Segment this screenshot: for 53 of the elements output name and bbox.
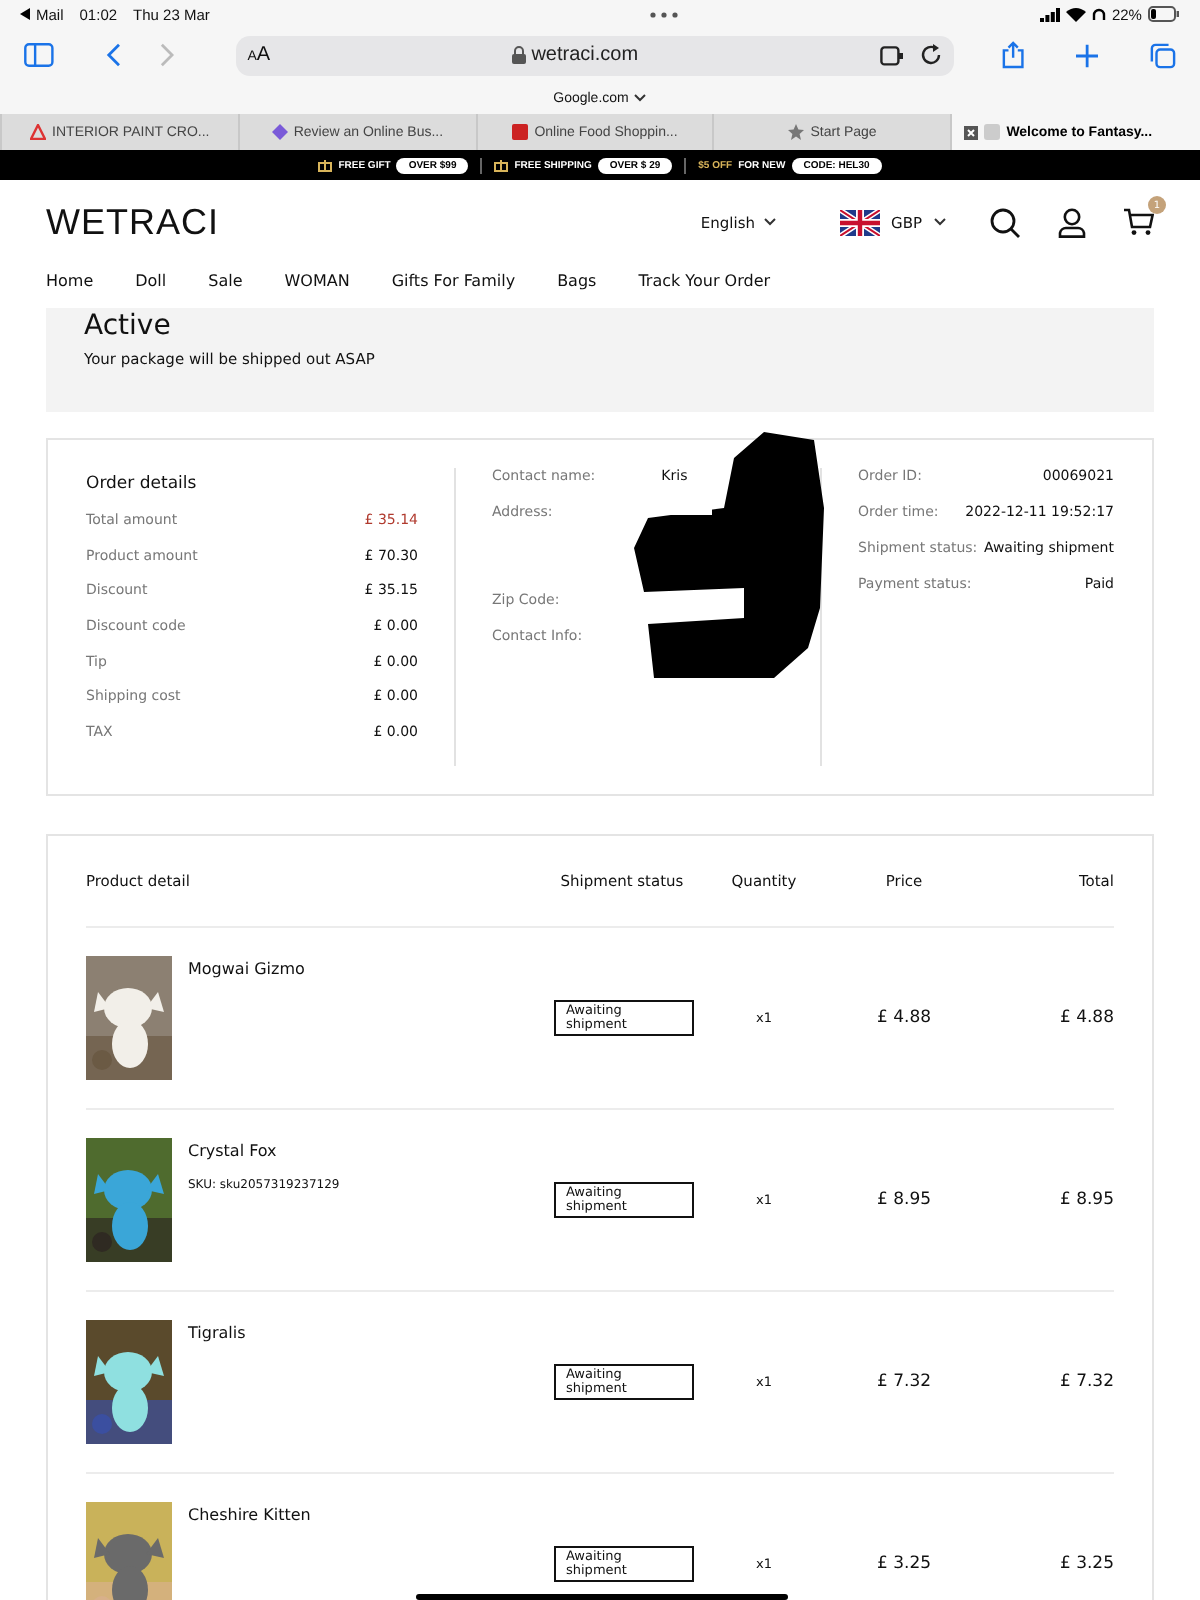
nav-link[interactable]: Home — [46, 271, 94, 289]
signal-icon — [1039, 7, 1060, 21]
back-icon[interactable] — [20, 8, 30, 20]
more-icon[interactable] — [650, 11, 679, 17]
product-name[interactable]: Crystal Fox — [188, 1142, 340, 1160]
nav-link[interactable]: Bags — [557, 271, 597, 289]
favicon-icon — [984, 124, 1001, 140]
tabs-icon[interactable] — [1150, 41, 1176, 69]
text-size-button[interactable]: AA — [247, 44, 271, 66]
chevron-icon — [763, 218, 776, 226]
total: £ 8.95 — [1057, 1190, 1114, 1210]
chevron-icon — [934, 218, 946, 226]
total: £ 7.32 — [1057, 1372, 1114, 1392]
account-icon[interactable] — [1058, 207, 1086, 237]
nav-link[interactable]: Track Your Order — [638, 271, 771, 289]
favicon-icon — [30, 124, 47, 140]
price: £ 3.25 — [874, 1554, 934, 1574]
product-name[interactable]: Cheshire Kitten — [188, 1506, 311, 1524]
nav-link[interactable]: Gifts For Family — [391, 271, 516, 289]
section-title: Order details — [86, 474, 199, 494]
wifi-icon — [1065, 7, 1086, 21]
sidebar-icon[interactable] — [24, 42, 54, 68]
headphones-icon — [1091, 7, 1106, 21]
gift-icon — [494, 158, 509, 172]
plus-icon[interactable] — [1075, 43, 1099, 67]
cart-icon[interactable] — [1124, 208, 1154, 236]
nav-link[interactable]: Sale — [208, 271, 243, 289]
close-icon[interactable] — [964, 125, 979, 139]
url-text: wetraci.com — [531, 44, 639, 66]
reload-icon[interactable] — [919, 44, 942, 66]
total: £ 3.25 — [1057, 1554, 1114, 1574]
product-name[interactable]: Tigralis — [188, 1324, 246, 1342]
logo[interactable]: WETRACI — [46, 201, 219, 243]
share-icon[interactable] — [1001, 40, 1024, 70]
favicon-icon — [271, 124, 288, 140]
price: £ 7.32 — [874, 1372, 934, 1392]
extension-icon[interactable] — [879, 45, 904, 65]
total: £ 4.88 — [1057, 1008, 1114, 1028]
price: £ 8.95 — [874, 1190, 934, 1210]
nav-link[interactable]: WOMAN — [284, 271, 350, 289]
price: £ 4.88 — [874, 1008, 934, 1028]
search-icon[interactable] — [990, 207, 1020, 237]
battery-icon — [1147, 6, 1180, 22]
chevron-icon — [634, 94, 647, 102]
gift-icon — [318, 158, 333, 172]
favicon-icon — [512, 124, 529, 140]
address-bar[interactable]: AA wetraci.com — [235, 35, 954, 75]
flag-icon — [839, 209, 880, 235]
favicon-icon — [788, 124, 805, 140]
lock-icon — [511, 46, 526, 64]
status-title: Active — [84, 308, 173, 342]
product-name[interactable]: Mogwai Gizmo — [188, 960, 305, 978]
nav-link[interactable]: Doll — [135, 271, 167, 289]
